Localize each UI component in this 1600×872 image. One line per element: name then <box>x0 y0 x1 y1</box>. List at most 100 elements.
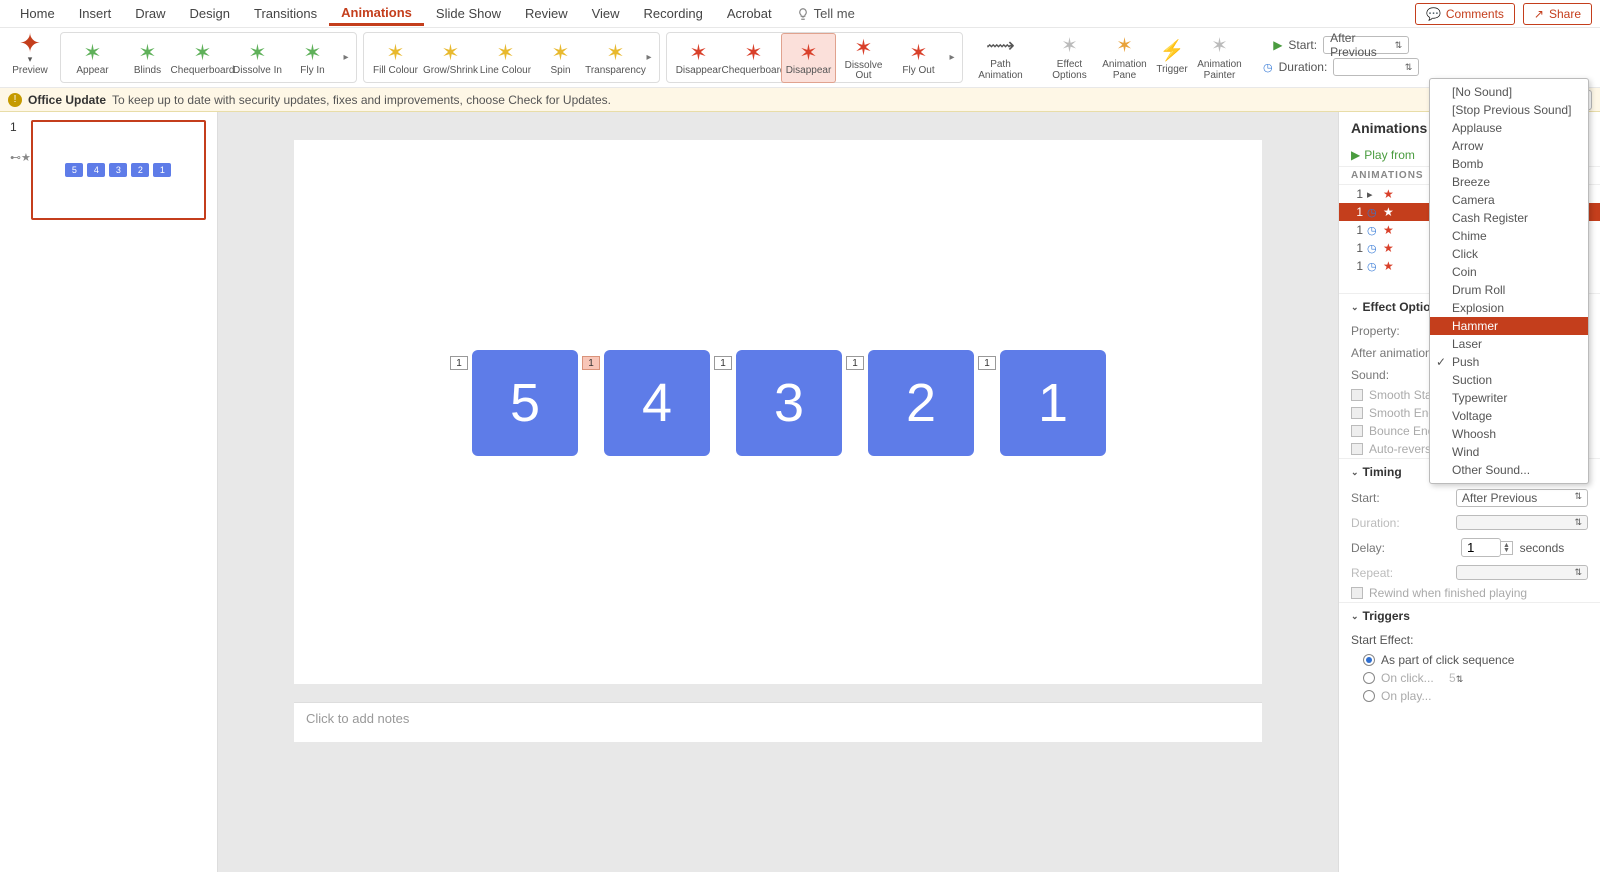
smooth-end-check[interactable] <box>1351 407 1363 419</box>
anim-disappear[interactable]: ✶Disappear <box>671 33 726 83</box>
sound-option[interactable]: Voltage <box>1430 407 1588 425</box>
shape-4[interactable]: 4 <box>604 350 710 456</box>
sound-option[interactable]: Chime <box>1430 227 1588 245</box>
tab-home[interactable]: Home <box>8 2 67 25</box>
animation-indicator-icon: ⊷★ <box>10 151 31 164</box>
sound-option[interactable]: Whoosh <box>1430 425 1588 443</box>
tab-animations[interactable]: Animations <box>329 1 424 26</box>
sound-option[interactable]: Applause <box>1430 119 1588 137</box>
anim-grow-shrink[interactable]: ✶Grow/Shrink <box>423 33 478 83</box>
sound-option[interactable]: Wind <box>1430 443 1588 461</box>
slide-thumb-1[interactable]: 54321 <box>31 120 206 220</box>
animation-painter-button[interactable]: ✶Animation Painter <box>1192 35 1247 81</box>
tab-transitions[interactable]: Transitions <box>242 2 329 25</box>
sound-dropdown-menu[interactable]: [No Sound][Stop Previous Sound]ApplauseA… <box>1429 78 1589 484</box>
delay-stepper[interactable]: ▲▼ <box>1501 541 1513 555</box>
duration-field[interactable]: ⇅ <box>1333 58 1419 76</box>
sound-option[interactable]: Drum Roll <box>1430 281 1588 299</box>
share-icon: ↗ <box>1534 7 1544 21</box>
sound-option[interactable]: Breeze <box>1430 173 1588 191</box>
anim-tag-2[interactable]: 1 <box>582 356 600 370</box>
exit-more[interactable]: ▸ <box>946 52 958 63</box>
onclick-target-select[interactable]: 5⇅ <box>1449 671 1577 685</box>
shape-2[interactable]: 2 <box>868 350 974 456</box>
sound-option[interactable]: Coin <box>1430 263 1588 281</box>
sound-option[interactable]: [No Sound] <box>1430 83 1588 101</box>
tab-design[interactable]: Design <box>178 2 242 25</box>
delay-field[interactable] <box>1461 538 1501 557</box>
anim-disappear-2[interactable]: ✶Disappear <box>781 33 836 83</box>
anim-spin[interactable]: ✶Spin <box>533 33 588 83</box>
anim-fly-out[interactable]: ✶Fly Out <box>891 33 946 83</box>
animation-pane-button[interactable]: ✶Animation Pane <box>1097 35 1152 81</box>
sound-option[interactable]: Other Sound... <box>1430 461 1588 479</box>
update-notice: ! Office Update To keep up to date with … <box>0 88 1600 112</box>
tab-slideshow[interactable]: Slide Show <box>424 2 513 25</box>
share-button[interactable]: ↗Share <box>1523 3 1592 25</box>
sound-option[interactable]: Arrow <box>1430 137 1588 155</box>
shape-5[interactable]: 5 <box>472 350 578 456</box>
tab-review[interactable]: Review <box>513 2 580 25</box>
sound-option[interactable]: Cash Register <box>1430 209 1588 227</box>
repeat-select[interactable]: ⇅ <box>1456 565 1588 580</box>
anim-blinds[interactable]: ✶Blinds <box>120 33 175 83</box>
preview-button[interactable]: ✦ ▾ Preview <box>6 32 54 83</box>
comments-button[interactable]: 💬Comments <box>1415 3 1515 25</box>
sound-option[interactable]: Explosion <box>1430 299 1588 317</box>
lightbulb-icon <box>796 7 810 21</box>
slide-canvas[interactable]: 1 5 1 4 1 3 1 2 1 1 <box>294 140 1262 684</box>
bounce-end-check[interactable] <box>1351 425 1363 437</box>
trigger-sequence-radio[interactable] <box>1363 654 1375 666</box>
tab-view[interactable]: View <box>580 2 632 25</box>
sound-option[interactable]: Camera <box>1430 191 1588 209</box>
anim-appear[interactable]: ✶Appear <box>65 33 120 83</box>
tab-recording[interactable]: Recording <box>632 2 715 25</box>
sound-option[interactable]: Push <box>1430 353 1588 371</box>
sound-option[interactable]: Hammer <box>1430 317 1588 335</box>
auto-reverse-check[interactable] <box>1351 443 1363 455</box>
anim-transparency[interactable]: ✶Transparency <box>588 33 643 83</box>
trigger-onplay-radio[interactable] <box>1363 690 1375 702</box>
entrance-more[interactable]: ▸ <box>340 52 352 63</box>
tab-insert[interactable]: Insert <box>67 2 124 25</box>
sound-option[interactable]: [Stop Previous Sound] <box>1430 101 1588 119</box>
shape-3[interactable]: 3 <box>736 350 842 456</box>
sound-option[interactable]: Bomb <box>1430 155 1588 173</box>
exit-gallery: ✶Disappear ✶Chequerboard ✶Disappear ✶Dis… <box>666 32 963 83</box>
tell-me[interactable]: Tell me <box>796 6 855 21</box>
anim-tag-3[interactable]: 1 <box>714 356 732 370</box>
shape-1[interactable]: 1 <box>1000 350 1106 456</box>
sound-option[interactable]: Suction <box>1430 371 1588 389</box>
effect-options-button[interactable]: ✶Effect Options <box>1042 35 1097 81</box>
anim-tag-4[interactable]: 1 <box>846 356 864 370</box>
anim-fly-in[interactable]: ✶Fly In <box>285 33 340 83</box>
play-icon: ▶ <box>1273 38 1282 52</box>
emphasis-more[interactable]: ▸ <box>643 52 655 63</box>
tab-draw[interactable]: Draw <box>123 2 177 25</box>
anim-chequerboard-out[interactable]: ✶Chequerboard <box>726 33 781 83</box>
timing-duration-field[interactable]: ⇅ <box>1456 515 1588 530</box>
trigger-onclick-radio[interactable] <box>1363 672 1375 684</box>
emphasis-gallery: ✶Fill Colour ✶Grow/Shrink ✶Line Colour ✶… <box>363 32 660 83</box>
sound-option[interactable]: Click <box>1430 245 1588 263</box>
anim-fill-colour[interactable]: ✶Fill Colour <box>368 33 423 83</box>
sound-option[interactable]: Typewriter <box>1430 389 1588 407</box>
sound-option[interactable]: Laser <box>1430 335 1588 353</box>
anim-dissolve-in[interactable]: ✶Dissolve In <box>230 33 285 83</box>
triggers-section[interactable]: ⌄Triggers <box>1351 609 1588 623</box>
anim-tag-5[interactable]: 1 <box>978 356 996 370</box>
notes-pane[interactable]: Click to add notes <box>294 702 1262 742</box>
tab-acrobat[interactable]: Acrobat <box>715 2 784 25</box>
anim-line-colour[interactable]: ✶Line Colour <box>478 33 533 83</box>
ribbon-toolbar: ✦ ▾ Preview ✶Appear ✶Blinds ✶Chequerboar… <box>0 28 1600 88</box>
path-animation-button[interactable]: ⟿Path Animation <box>973 35 1028 81</box>
timing-start-select[interactable]: After Previous⇅ <box>1456 489 1588 507</box>
rewind-check[interactable] <box>1351 587 1363 599</box>
smooth-start-check[interactable] <box>1351 389 1363 401</box>
slide-editor: 1 5 1 4 1 3 1 2 1 1 Click to add notes <box>218 112 1338 872</box>
anim-chequerboard[interactable]: ✶Chequerboard <box>175 33 230 83</box>
start-dropdown[interactable]: After Previous⇅ <box>1323 36 1409 54</box>
anim-dissolve-out[interactable]: ✶Dissolve Out <box>836 33 891 83</box>
trigger-button[interactable]: ⚡Trigger <box>1152 40 1192 75</box>
anim-tag-1[interactable]: 1 <box>450 356 468 370</box>
